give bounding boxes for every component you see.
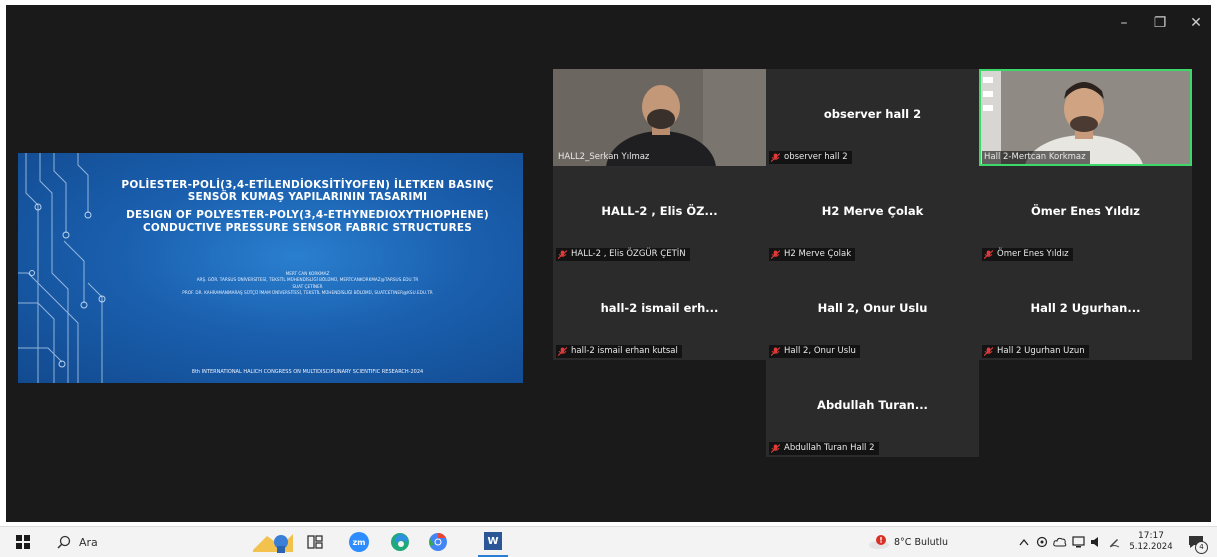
participant-tile[interactable]: Abdullah Turan... Abdullah Turan Hall 2	[766, 360, 979, 457]
participant-name-tag: Abdullah Turan Hall 2	[769, 442, 879, 455]
muted-mic-icon	[984, 346, 993, 356]
tray-app-icon[interactable]	[1106, 527, 1122, 557]
participant-tile[interactable]: Hall 2 Ugurhan... Hall 2 Ugurhan Uzun	[979, 263, 1192, 360]
word-icon-label: W	[487, 535, 499, 547]
start-button[interactable]	[8, 527, 38, 557]
clock-date: 5.12.2024	[1129, 542, 1173, 552]
participant-name: hall-2 ismail erhan kutsal	[571, 346, 678, 356]
participant-name-tag: observer hall 2	[769, 151, 852, 164]
participant-name-tag: H2 Merve Çolak	[769, 248, 856, 261]
participant-name: Hall 2-Mertcan Korkmaz	[984, 152, 1086, 162]
participant-display-name: Ömer Enes Yıldız	[1030, 204, 1140, 218]
participant-display-name: observer hall 2	[823, 107, 922, 121]
participant-name-tag: hall-2 ismail erhan kutsal	[556, 345, 682, 358]
participant-name: observer hall 2	[784, 152, 848, 162]
weather-widget[interactable]: 8°C Bulutlu	[868, 527, 968, 557]
participant-tile[interactable]: H2 Merve Çolak H2 Merve Çolak	[766, 166, 979, 263]
participant-name: Hall 2 Ugurhan Uzun	[997, 346, 1085, 356]
slide-author-1-affiliation: ARŞ. GÖR. TARSUS ÜNİVERSİTESİ, TEKSTİL M…	[196, 277, 419, 282]
chevron-up-icon	[1019, 538, 1029, 546]
participant-name: HALL-2 , Elis ÖZGÜR ÇETİN	[571, 249, 686, 259]
participant-name-tag: HALL2_Serkan Yılmaz	[556, 151, 653, 164]
participant-name: Abdullah Turan Hall 2	[784, 443, 875, 453]
tray-app-icon[interactable]	[1070, 527, 1086, 557]
network-icon	[1071, 536, 1085, 548]
participant-name-tag: HALL-2 , Elis ÖZGÜR ÇETİN	[556, 248, 690, 261]
edge-taskbar-app[interactable]	[385, 527, 415, 557]
slide-title-turkish: POLİESTER-POLİ(3,4-ETİLENDİOKSİTİYOFEN) …	[121, 179, 494, 203]
chrome-browser-icon	[429, 533, 447, 551]
search-placeholder: Ara	[79, 535, 98, 549]
participant-display-name: Hall 2 Ugurhan...	[1030, 301, 1141, 315]
participant-display-name: hall-2 ismail erh...	[600, 301, 719, 315]
notification-center-button[interactable]: 4	[1183, 527, 1209, 557]
slide-title-english: DESIGN OF POLYESTER-POLY(3,4-ETHYNEDIOXY…	[126, 209, 489, 234]
chrome-taskbar-app[interactable]	[423, 527, 453, 557]
participant-tile[interactable]: Hall 2, Onur Uslu Hall 2, Onur Uslu	[766, 263, 979, 360]
muted-mic-icon	[558, 346, 567, 356]
weather-text: 8°C Bulutlu	[894, 536, 949, 548]
zoom-icon-label: zm	[352, 537, 366, 547]
restore-button[interactable]: ❐	[1148, 15, 1172, 31]
participant-name: Ömer Enes Yıldız	[997, 249, 1069, 259]
participant-name-tag: Hall 2 Ugurhan Uzun	[982, 345, 1089, 358]
pen-icon	[1109, 539, 1120, 548]
muted-mic-icon	[771, 249, 780, 259]
muted-mic-icon	[771, 443, 780, 453]
participant-name-tag: Ömer Enes Yıldız	[982, 248, 1073, 261]
muted-mic-icon	[771, 152, 780, 162]
muted-mic-icon	[984, 249, 993, 259]
tray-overflow-chevron[interactable]	[1016, 527, 1032, 557]
participant-tile[interactable]: hall-2 ismail erh... hall-2 ismail erhan…	[553, 263, 766, 360]
participant-display-name: H2 Merve Çolak	[821, 204, 924, 218]
taskbar-search[interactable]: Ara	[45, 531, 235, 553]
participant-tile[interactable]: observer hall 2 observer hall 2	[766, 69, 979, 166]
speaker-icon	[1091, 537, 1098, 547]
weather-alert-icon	[869, 535, 889, 549]
windows-logo-icon	[16, 535, 30, 549]
word-icon: W	[484, 532, 502, 550]
minimize-button[interactable]: –	[1112, 15, 1136, 31]
participant-tile[interactable]: HALL-2 , Elis ÖZ... HALL-2 , Elis ÖZGÜR …	[553, 166, 766, 263]
participant-tile[interactable]: Ömer Enes Yıldız Ömer Enes Yıldız	[979, 166, 1192, 263]
participant-tile-active-speaker[interactable]: Hall 2-Mertcan Korkmaz	[979, 69, 1192, 166]
participant-display-name: HALL-2 , Elis ÖZ...	[601, 204, 718, 218]
volume-button[interactable]	[1088, 527, 1104, 557]
zoom-icon: zm	[349, 532, 369, 552]
cloud-icon	[1053, 537, 1067, 547]
zoom-taskbar-app[interactable]: zm	[344, 527, 374, 557]
slide-footer: 8th INTERNATIONAL HALICH CONGRESS ON MUL…	[191, 369, 424, 375]
search-highlight-widget[interactable]	[250, 527, 296, 557]
participant-name: H2 Merve Çolak	[784, 249, 852, 259]
task-view-icon	[307, 535, 323, 549]
word-taskbar-app[interactable]: W	[478, 527, 508, 557]
taskbar: Ara zm W 8°C Bulutlu 17:17 5.12.2024 4	[0, 526, 1217, 557]
search-icon	[57, 535, 71, 549]
tray-app-icon[interactable]	[1052, 527, 1068, 557]
task-view-button[interactable]	[300, 527, 330, 557]
search-highlight-icon	[253, 534, 293, 553]
muted-mic-icon	[558, 249, 567, 259]
muted-mic-icon	[771, 346, 780, 356]
clock-time: 17:17	[1138, 531, 1164, 541]
participant-name: Hall 2, Onur Uslu	[784, 346, 856, 356]
sync-icon	[1036, 536, 1048, 548]
participant-name: HALL2_Serkan Yılmaz	[558, 152, 650, 162]
participant-display-name: Hall 2, Onur Uslu	[817, 301, 928, 315]
zoom-meeting-window: – ❐ ✕ POLİESTER-POLİ(3,4-ETİLENDİOKSİTİY…	[6, 5, 1211, 522]
slide-author-2-affiliation: PROF. DR. KAHRAMANMARAŞ SÜTÇÜ İMAM ÜNİVE…	[182, 290, 433, 295]
clock[interactable]: 17:17 5.12.2024	[1126, 527, 1176, 557]
tray-app-icon[interactable]	[1034, 527, 1050, 557]
close-button[interactable]: ✕	[1184, 15, 1208, 31]
shared-screen-slide: POLİESTER-POLİ(3,4-ETİLENDİOKSİTİYOFEN) …	[18, 153, 523, 383]
edge-browser-icon	[391, 533, 409, 551]
participant-tile[interactable]: HALL2_Serkan Yılmaz	[553, 69, 766, 166]
notification-count-badge: 4	[1195, 541, 1208, 554]
participant-name-tag: Hall 2, Onur Uslu	[769, 345, 860, 358]
participant-display-name: Abdullah Turan...	[817, 398, 928, 412]
participant-name-tag: Hall 2-Mertcan Korkmaz	[982, 151, 1090, 164]
